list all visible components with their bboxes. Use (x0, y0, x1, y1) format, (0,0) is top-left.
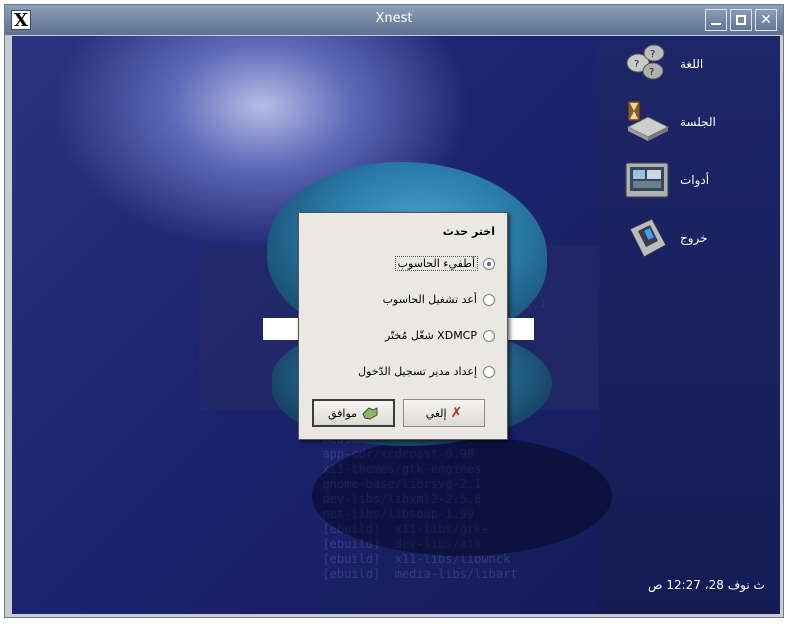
ok-label: موافق (327, 406, 358, 420)
action-dialog: اختر حدث أطفيء الحاسوب أعد تشغيل الحاسوب… (298, 212, 508, 440)
menu-session[interactable]: الجلسة (624, 99, 774, 155)
cancel-button[interactable]: إلغي ✗ (403, 399, 485, 427)
close-button[interactable]: ✕ (755, 9, 777, 31)
menu-language-label: اللغة (680, 57, 704, 71)
radio-reboot[interactable] (483, 294, 495, 306)
cancel-label: إلغي (425, 406, 447, 420)
display-area: tx --ff.o4.dfoyc.org/tex install: xtrcls… (12, 36, 780, 614)
session-icon (626, 100, 670, 141)
menu-session-label: الجلسة (680, 115, 716, 129)
cancel-x-icon: ✗ (450, 405, 463, 421)
menu-tools-label: أدوات (680, 173, 710, 187)
login-entry-left (263, 318, 301, 340)
minimize-button[interactable] (705, 9, 727, 31)
window-title: Xnest (375, 11, 413, 26)
menu-exit-label: خروج (680, 231, 708, 245)
radio-configure[interactable] (483, 366, 495, 378)
language-icon: ? ? ? (626, 44, 665, 80)
exit-icon (629, 218, 667, 258)
close-icon: ✕ (760, 12, 772, 28)
title-bar[interactable]: X Xnest ✕ (5, 5, 783, 35)
dialog-title: اختر حدث (442, 225, 495, 238)
minimize-icon (711, 23, 721, 25)
menu-tools[interactable]: أدوات (624, 157, 774, 213)
background-shadow (312, 436, 612, 556)
xnest-window: X Xnest ✕ tx --ff.o4.dfoyc.org/tex insta… (4, 4, 784, 618)
menu-exit[interactable]: خروج (624, 215, 774, 271)
option-xdmcp-label[interactable]: شغّل مُختّر XDMCP (385, 329, 477, 342)
option-configure-label[interactable]: إعداد مدير تسجيل الدّخول (358, 365, 477, 378)
svg-text:?: ? (650, 49, 655, 60)
menu-language[interactable]: ? ? ? اللغة (624, 41, 774, 97)
radio-shutdown[interactable] (483, 258, 495, 270)
ok-button[interactable]: موافق (312, 399, 395, 427)
clock: ث نوف 28، 12:27 ص (648, 578, 765, 592)
option-reboot-label[interactable]: أعد تشغيل الحاسوب (383, 293, 477, 306)
radio-xdmcp[interactable] (483, 330, 495, 342)
maximize-icon (736, 15, 746, 25)
login-entry-right (504, 318, 534, 340)
maximize-button[interactable] (730, 9, 752, 31)
svg-text:?: ? (634, 59, 639, 70)
tools-icon (625, 162, 669, 198)
ok-hand-icon (362, 407, 378, 420)
svg-text:?: ? (649, 67, 654, 78)
option-shutdown-label[interactable]: أطفيء الحاسوب (394, 256, 479, 271)
